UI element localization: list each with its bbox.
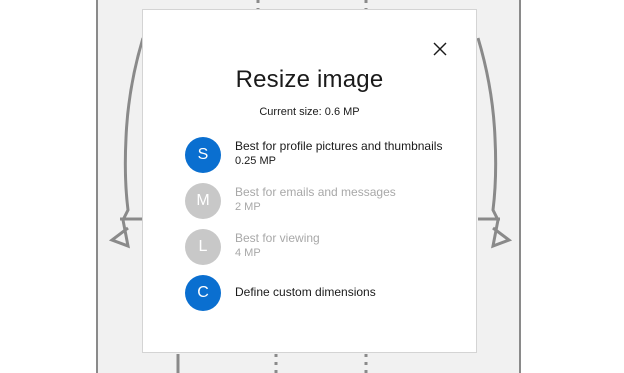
current-size-label: Current size: 0.6 MP bbox=[259, 106, 360, 118]
close-button[interactable] bbox=[429, 38, 451, 60]
dialog-title: Resize image bbox=[235, 66, 384, 93]
close-icon bbox=[433, 42, 447, 56]
app-window: Resize image Current size: 0.6 MP S Best… bbox=[0, 0, 624, 373]
option-medium-size: 2 MP bbox=[235, 201, 261, 213]
option-large[interactable]: L Best for viewing 4 MP bbox=[185, 229, 455, 267]
option-custom-label: Define custom dimensions bbox=[235, 285, 376, 299]
option-small-size: 0.25 MP bbox=[235, 155, 276, 167]
option-large-label: Best for viewing bbox=[235, 231, 320, 245]
option-large-badge: L bbox=[185, 229, 221, 265]
option-small[interactable]: S Best for profile pictures and thumbnai… bbox=[185, 137, 455, 175]
option-small-badge: S bbox=[185, 137, 221, 173]
option-large-size: 4 MP bbox=[235, 247, 261, 259]
option-medium-badge: M bbox=[185, 183, 221, 219]
option-custom-badge: C bbox=[185, 275, 221, 311]
option-medium-label: Best for emails and messages bbox=[235, 185, 396, 199]
resize-image-dialog: Resize image Current size: 0.6 MP S Best… bbox=[142, 9, 477, 353]
option-custom[interactable]: C Define custom dimensions bbox=[185, 275, 455, 313]
option-medium[interactable]: M Best for emails and messages 2 MP bbox=[185, 183, 455, 221]
option-small-label: Best for profile pictures and thumbnails bbox=[235, 139, 443, 153]
